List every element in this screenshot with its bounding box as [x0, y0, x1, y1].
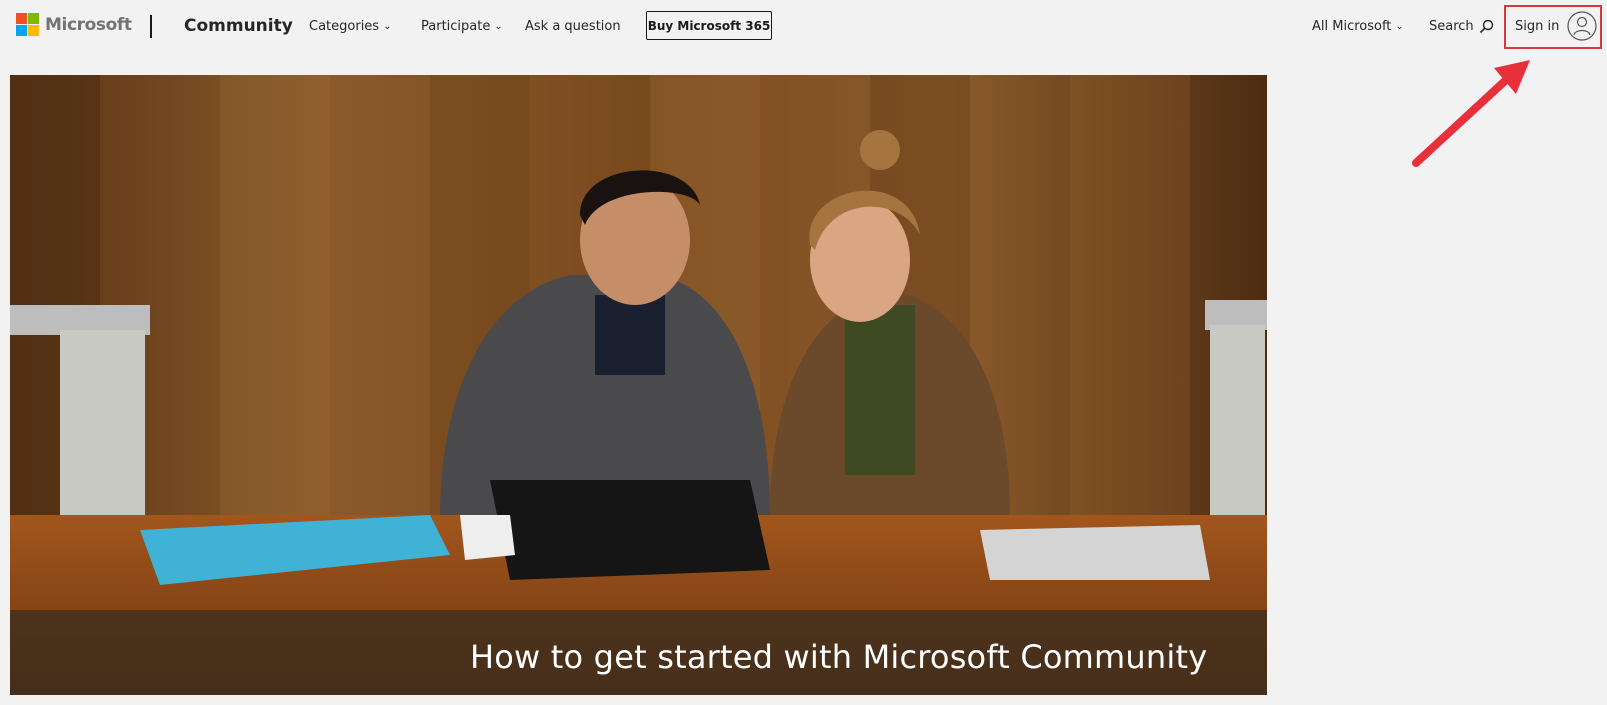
- search-label: Search: [1429, 19, 1474, 34]
- sign-in-link[interactable]: Sign in: [1515, 19, 1559, 34]
- nav-participate[interactable]: Participate ⌄: [421, 19, 503, 34]
- community-home-link[interactable]: Community: [184, 16, 293, 36]
- search-icon: [1479, 19, 1493, 34]
- nav-all-microsoft-label: All Microsoft: [1312, 19, 1392, 34]
- annotation-arrow-icon: [1412, 60, 1530, 167]
- person-icon[interactable]: [1567, 11, 1597, 41]
- hero-photo: [10, 75, 1267, 695]
- microsoft-wordmark: Microsoft: [45, 14, 132, 35]
- chevron-down-icon: ⌄: [1395, 21, 1404, 32]
- microsoft-logo[interactable]: Microsoft: [16, 13, 132, 36]
- logo-divider: [150, 15, 152, 38]
- nav-categories-label: Categories: [309, 19, 380, 34]
- search-button[interactable]: Search: [1429, 19, 1494, 34]
- nav-participate-label: Participate: [421, 19, 491, 34]
- microsoft-logo-icon: [16, 13, 39, 36]
- chevron-down-icon: ⌄: [383, 21, 392, 32]
- hero-caption[interactable]: How to get started with Microsoft Commun…: [470, 638, 1207, 676]
- nav-all-microsoft[interactable]: All Microsoft ⌄: [1312, 19, 1404, 34]
- hero-banner[interactable]: How to get started with Microsoft Commun…: [10, 75, 1267, 695]
- buy-microsoft-365-button[interactable]: Buy Microsoft 365: [646, 11, 772, 40]
- chevron-down-icon: ⌄: [494, 21, 503, 32]
- nav-categories[interactable]: Categories ⌄: [309, 19, 391, 34]
- nav-ask-question[interactable]: Ask a question: [525, 19, 621, 34]
- site-header: Microsoft Community Categories ⌄ Particip…: [0, 0, 1607, 54]
